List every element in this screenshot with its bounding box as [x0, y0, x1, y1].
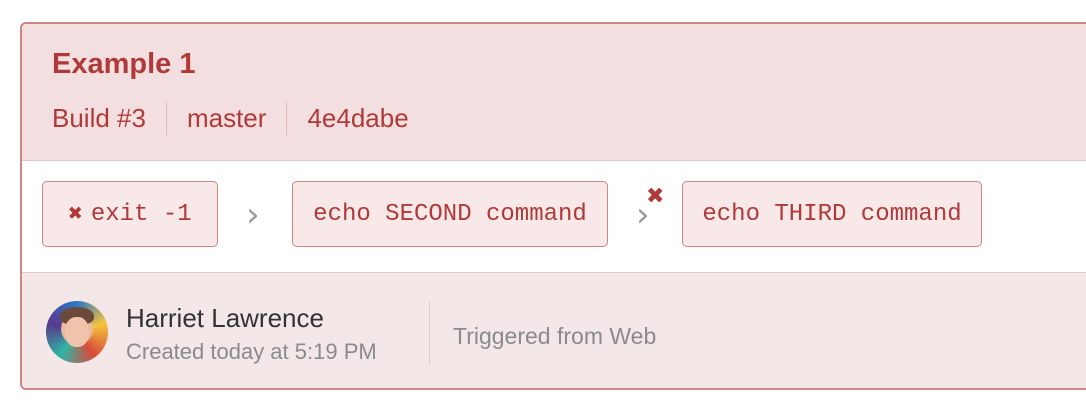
step-exit[interactable]: ✖ exit -1	[42, 181, 218, 247]
branch-name[interactable]: master	[167, 103, 286, 134]
chevron-right-icon: ›	[246, 195, 260, 235]
build-footer: Harriet Lawrence Created today at 5:19 P…	[22, 272, 1086, 388]
build-number[interactable]: Build #3	[52, 103, 166, 134]
step-label: exit -1	[90, 200, 192, 228]
step-label: echo THIRD command	[702, 200, 962, 228]
avatar-face	[65, 317, 89, 347]
trigger-source: Triggered from Web	[453, 323, 657, 349]
step-second[interactable]: echo SECOND command	[292, 181, 608, 247]
footer-divider	[429, 301, 430, 365]
build-header: Example 1 Build #3 master 4e4dabe	[22, 24, 1086, 161]
step-third[interactable]: echo THIRD command	[682, 181, 982, 247]
created-time: Created today at 5:19 PM	[126, 339, 377, 364]
commit-hash[interactable]: 4e4dabe	[287, 103, 428, 134]
pipeline-title[interactable]: Example 1	[52, 48, 195, 81]
step-label: echo SECOND command	[313, 200, 587, 228]
pipeline-steps: ✖ exit -1 › echo SECOND command › ✖ echo…	[22, 161, 1086, 271]
failed-x-icon: ✖	[68, 202, 83, 229]
build-card: Example 1 Build #3 master 4e4dabe ✖ exit…	[20, 22, 1086, 390]
failed-marker-icon: ✖	[646, 183, 665, 208]
user-name[interactable]: Harriet Lawrence	[126, 303, 324, 334]
build-meta: Build #3 master 4e4dabe	[52, 100, 429, 136]
avatar[interactable]	[46, 301, 108, 363]
